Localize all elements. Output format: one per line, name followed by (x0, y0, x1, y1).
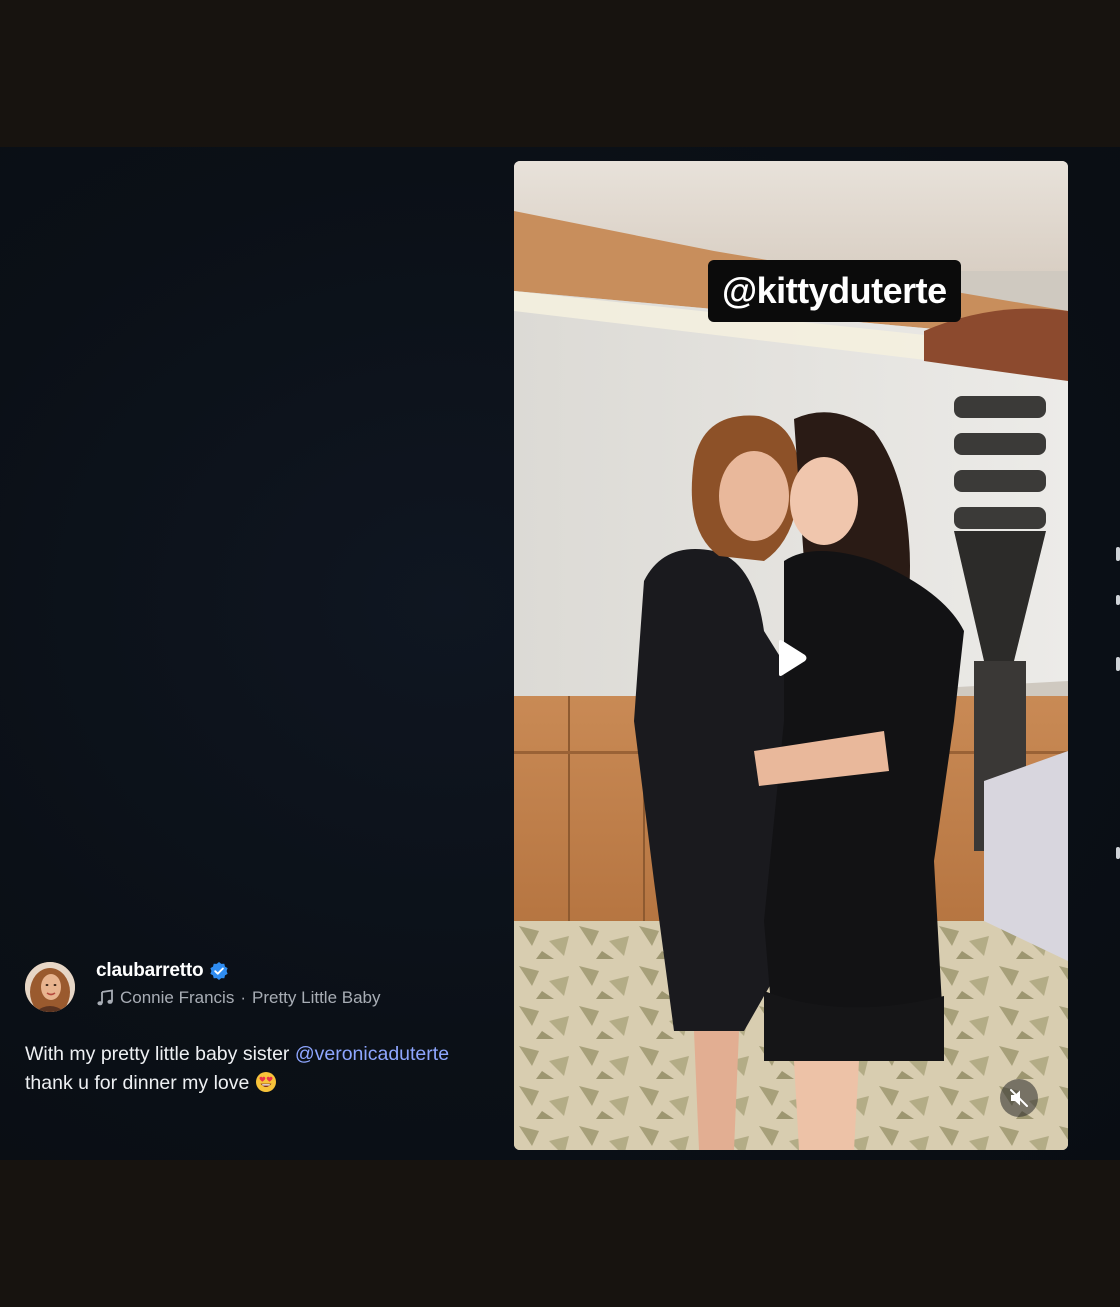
avatar-image (25, 962, 75, 1012)
verified-badge-icon (210, 962, 229, 980)
username[interactable]: claubarretto (96, 960, 204, 982)
post-caption: With my pretty little baby sister @veron… (25, 1040, 455, 1097)
music-artist: Connie Francis (120, 988, 235, 1007)
top-letterbox (0, 0, 1120, 147)
play-icon (779, 640, 807, 676)
music-note-icon (97, 989, 113, 1006)
mention-sticker[interactable]: @kittyduterte (708, 260, 961, 322)
music-track: Pretty Little Baby (252, 988, 381, 1007)
username-row: claubarretto (96, 960, 229, 982)
caption-text-end: thank u for dinner my love (25, 1071, 250, 1094)
post-viewer: claubarretto Connie Francis · Pretty Lit… (0, 147, 1120, 1160)
video-player[interactable]: @kittyduterte (514, 161, 1068, 1150)
audio-attribution[interactable]: Connie Francis · Pretty Little Baby (96, 988, 381, 1008)
play-button[interactable] (764, 631, 818, 685)
mute-toggle-button[interactable] (1000, 1079, 1038, 1117)
caption-mention-link[interactable]: @veronicaduterte (295, 1043, 449, 1065)
avatar[interactable] (25, 962, 75, 1012)
bottom-letterbox (0, 1160, 1120, 1307)
music-separator: · (240, 988, 246, 1007)
heart-eyes-emoji-icon (256, 1071, 277, 1092)
next-post-edge (1114, 547, 1120, 859)
side-controls-edge (1116, 547, 1120, 859)
muted-speaker-icon (1010, 1089, 1028, 1107)
caption-text: With my pretty little baby sister (25, 1043, 295, 1065)
